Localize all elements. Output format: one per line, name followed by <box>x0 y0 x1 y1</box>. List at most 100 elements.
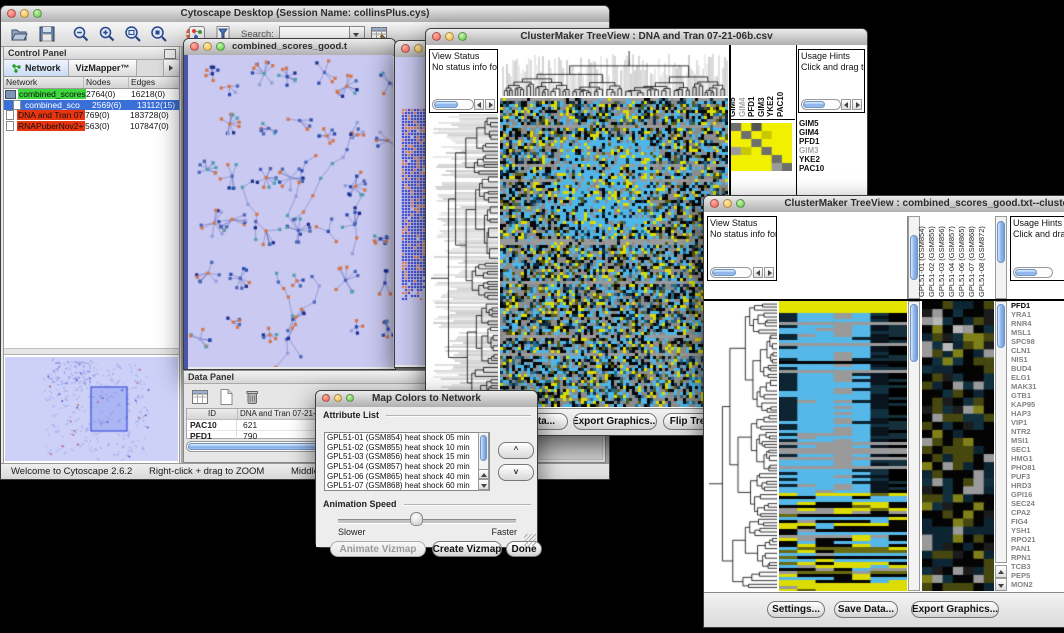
gene-label[interactable]: YRA1 <box>1011 310 1064 319</box>
close-button[interactable] <box>401 44 410 53</box>
scroll-right-button[interactable] <box>764 267 774 278</box>
export-graphics-button[interactable]: Export Graphics... <box>573 413 657 430</box>
gene-label[interactable]: VIP1 <box>1011 418 1064 427</box>
zoom-heatmap[interactable] <box>922 301 994 591</box>
attribute-item[interactable]: GPL51-03 (GSM856) heat shock 15 min <box>325 452 489 462</box>
hscrollbar[interactable] <box>432 99 474 110</box>
open-session-icon[interactable] <box>9 24 29 44</box>
vscrollbar[interactable] <box>995 216 1007 299</box>
gene-label[interactable]: NTR2 <box>1011 427 1064 436</box>
gene-label[interactable]: PUF3 <box>1011 472 1064 481</box>
network-row[interactable]: DNA and Tran 07769(0)183728(0) <box>4 110 179 121</box>
heatmap[interactable] <box>779 301 907 591</box>
gene-label[interactable]: KAP95 <box>1011 400 1064 409</box>
network-overview[interactable] <box>5 357 178 461</box>
scroll-left-button[interactable] <box>753 267 763 278</box>
speed-slider-thumb[interactable] <box>410 512 423 526</box>
float-panel-icon[interactable] <box>164 49 176 59</box>
resize-grip[interactable] <box>524 534 536 546</box>
save-data-button[interactable]: Save Data... <box>834 601 898 618</box>
speed-slider-track[interactable] <box>338 519 516 524</box>
attribute-listbox[interactable]: GPL51-01 (GSM854) heat shock 05 minGPL51… <box>324 432 490 491</box>
export-graphics-button[interactable]: Export Graphics... <box>911 601 999 618</box>
gene-label[interactable]: PEP5 <box>1011 571 1064 580</box>
row-dendrogram[interactable] <box>707 301 777 591</box>
gene-label[interactable]: PFD1 <box>799 137 865 146</box>
close-button[interactable] <box>7 9 16 18</box>
zoom-button[interactable] <box>346 394 354 402</box>
gene-label[interactable]: NIS1 <box>1011 355 1064 364</box>
scroll-left-button[interactable] <box>474 99 484 110</box>
gene-label[interactable]: GIM5 <box>799 119 865 128</box>
col-nodes[interactable]: Nodes <box>84 77 129 88</box>
zoom-in-icon[interactable] <box>97 24 117 44</box>
attribute-item[interactable]: GPL51-07 (GSM868) heat shock 60 min <box>325 481 489 491</box>
animate-vizmap-button[interactable]: Animate Vizmap <box>330 541 426 557</box>
gene-label[interactable]: GIM3 <box>799 146 865 155</box>
main-titlebar[interactable]: Cytoscape Desktop (Session Name: collins… <box>1 6 609 23</box>
col-edges[interactable]: Edges <box>129 77 179 88</box>
gene-label[interactable]: SPC98 <box>1011 337 1064 346</box>
gene-list[interactable]: GIM5GIM4PFD1GIM3YKE2PAC10 <box>799 119 865 173</box>
attribute-item[interactable]: GPL51-01 (GSM854) heat shock 05 min <box>325 433 489 443</box>
vscrollbar[interactable] <box>995 301 1007 563</box>
gene-label[interactable]: HRD3 <box>1011 481 1064 490</box>
gene-label[interactable]: MON2 <box>1011 580 1064 589</box>
gene-label[interactable]: ELG1 <box>1011 373 1064 382</box>
gene-label[interactable]: GIM4 <box>799 128 865 137</box>
gene-label[interactable]: PAC10 <box>799 164 865 173</box>
network-row[interactable]: combined_sco2569(6)13112(15) <box>4 100 179 111</box>
minimize-button[interactable] <box>414 44 423 53</box>
attribute-item[interactable]: GPL51-04 (GSM857) heat shock 20 min <box>325 462 489 472</box>
gene-label[interactable]: CLN1 <box>1011 346 1064 355</box>
network-canvas[interactable] <box>188 55 393 367</box>
column-dendrogram[interactable] <box>500 49 728 96</box>
gene-label[interactable]: SEC1 <box>1011 445 1064 454</box>
scroll-right-button[interactable] <box>852 99 862 110</box>
gene-label[interactable]: PHO81 <box>1011 463 1064 472</box>
scroll-up-button[interactable] <box>995 565 1007 578</box>
gene-label[interactable]: MSI1 <box>1011 436 1064 445</box>
tab-overflow-button[interactable] <box>163 60 179 76</box>
hscrollbar[interactable] <box>801 99 841 110</box>
move-down-button[interactable]: v <box>498 464 534 481</box>
close-button[interactable] <box>432 32 441 41</box>
close-button[interactable] <box>322 394 330 402</box>
minimize-button[interactable] <box>445 32 454 41</box>
gene-label[interactable]: MSL1 <box>1011 328 1064 337</box>
gene-label[interactable]: PAN1 <box>1011 544 1064 553</box>
create-vizmap-button[interactable]: Create Vizmap <box>432 541 502 557</box>
minimize-button[interactable] <box>203 42 212 51</box>
scroll-left-button[interactable] <box>841 99 851 110</box>
network-view-titlebar[interactable]: combined_scores_good.txt--cluste... <box>184 39 395 56</box>
attribute-item[interactable]: GPL51-06 (GSM865) heat shock 40 min <box>325 472 489 482</box>
heatmap[interactable] <box>500 98 728 407</box>
new-attribute-icon[interactable] <box>216 387 236 407</box>
gene-label[interactable]: FIG4 <box>1011 517 1064 526</box>
delete-attribute-icon[interactable] <box>242 387 262 407</box>
gene-label[interactable]: SEC24 <box>1011 499 1064 508</box>
gene-label[interactable]: GTB1 <box>1011 391 1064 400</box>
zoom-button[interactable] <box>216 42 225 51</box>
zoom-out-icon[interactable] <box>71 24 91 44</box>
gene-label[interactable]: RNR4 <box>1011 319 1064 328</box>
hscrollbar[interactable] <box>710 267 752 278</box>
col-id[interactable]: ID <box>187 409 238 419</box>
hscrollbar[interactable] <box>1013 267 1053 278</box>
move-up-button[interactable]: ^ <box>498 442 534 459</box>
mini-heatmap[interactable] <box>731 123 792 171</box>
scroll-right-button[interactable] <box>485 99 495 110</box>
panel-splitter[interactable] <box>4 348 179 355</box>
treeview1-titlebar[interactable]: ClusterMaker TreeView : DNA and Tran 07-… <box>426 29 867 46</box>
gene-label[interactable]: RPN1 <box>1011 553 1064 562</box>
gene-label[interactable]: HMG1 <box>1011 454 1064 463</box>
attribute-item[interactable]: GPL51-02 (GSM855) heat shock 10 min <box>325 443 489 453</box>
network-row[interactable]: RNAPuberNov2+563(0)107847(0) <box>4 121 179 132</box>
zoom-selected-icon[interactable] <box>123 24 143 44</box>
gene-label[interactable]: GPI16 <box>1011 490 1064 499</box>
save-session-icon[interactable] <box>37 24 57 44</box>
minimize-button[interactable] <box>723 199 732 208</box>
treeview2-titlebar[interactable]: ClusterMaker TreeView : combined_scores_… <box>704 196 1064 213</box>
select-attributes-icon[interactable] <box>190 387 210 407</box>
tab-vizmapper[interactable]: VizMapper™ <box>69 60 138 76</box>
